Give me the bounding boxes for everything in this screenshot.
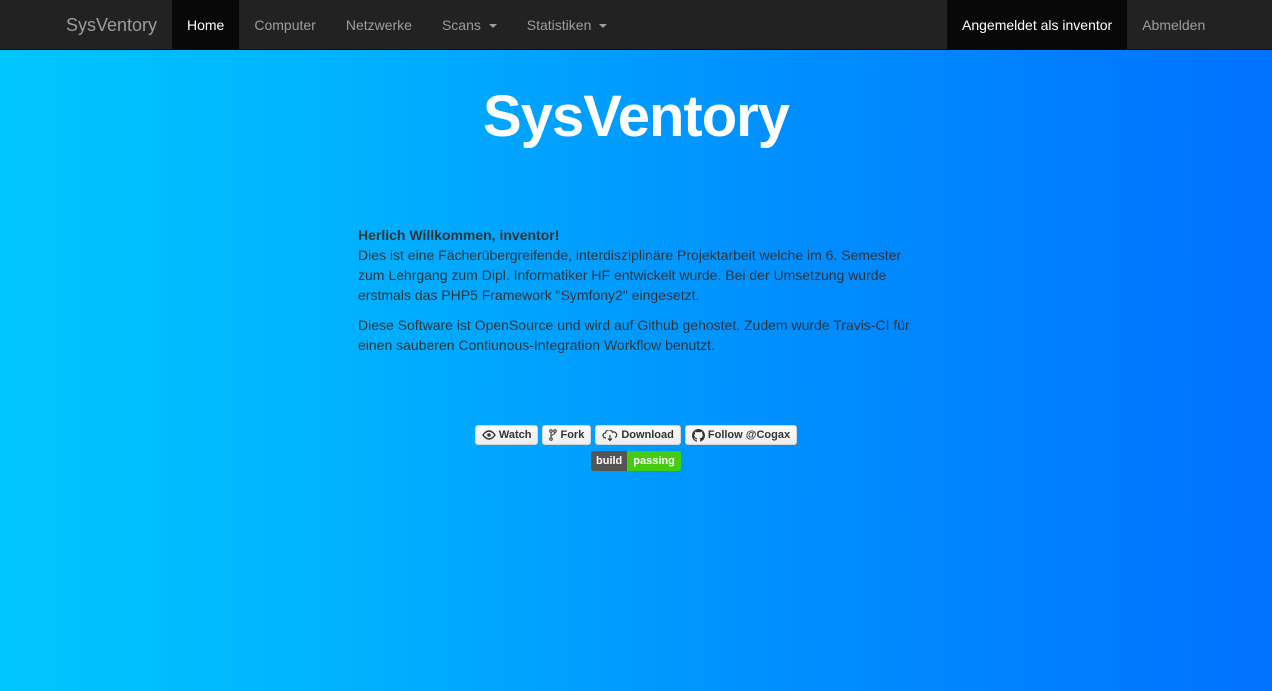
github-octocat-icon (691, 428, 705, 442)
user-label: Angemeldet als inventor (962, 17, 1113, 33)
nav-item-home[interactable]: Home (172, 0, 240, 50)
github-buttons: Watch Fork Download Follow @Cogax (0, 425, 1272, 445)
eye-icon (482, 430, 496, 440)
download-label: Download (621, 429, 674, 441)
fork-icon (549, 429, 558, 441)
greeting: Herlich Willkommen, inventor! (358, 227, 560, 243)
badge-status: passing (627, 451, 681, 471)
main-nav: Home Computer Netzwerke Scans Statistike… (172, 0, 622, 50)
opensource-paragraph: Diese Software ist OpenSource und wird a… (358, 317, 910, 353)
fork-label: Fork (560, 429, 585, 441)
logout-link[interactable]: Abmelden (1127, 0, 1220, 50)
watch-label: Watch (498, 429, 532, 441)
nav-item-computer[interactable]: Computer (239, 0, 330, 50)
nav-item-netzwerke[interactable]: Netzwerke (331, 0, 427, 50)
nav-item-label: Computer (254, 17, 316, 33)
intro-paragraph: Herlich Willkommen, inventor! Dies ist e… (358, 225, 914, 305)
description-text: Dies ist eine Fächerübergreifende, inter… (358, 247, 902, 303)
nav-item-label: Home (187, 17, 225, 33)
nav-item-label: Scans (441, 17, 481, 33)
badge-label: build (591, 451, 628, 471)
user-nav: Angemeldet als inventor Abmelden (947, 0, 1220, 50)
watch-button[interactable]: Watch (474, 425, 539, 445)
logout-label: Abmelden (1142, 17, 1206, 33)
cloud-download-icon (602, 429, 618, 441)
build-status-badge[interactable]: build passing (591, 451, 681, 471)
nav-item-statistiken[interactable]: Statistiken (512, 0, 622, 50)
nav-item-label: Netzwerke (345, 17, 412, 33)
brand-link[interactable]: SysVentory (66, 0, 157, 50)
top-navbar: SysVentory Home Computer Netzwerke Scans… (0, 0, 1272, 50)
caret-down-icon (488, 24, 497, 29)
welcome-text: Herlich Willkommen, inventor! Dies ist e… (358, 225, 914, 365)
download-button[interactable]: Download (595, 425, 681, 445)
caret-down-icon (599, 24, 608, 29)
follow-button[interactable]: Follow @Cogax (684, 425, 798, 445)
nav-item-scans[interactable]: Scans (427, 0, 512, 50)
nav-item-label: Statistiken (526, 17, 592, 33)
logged-in-user[interactable]: Angemeldet als inventor (947, 0, 1128, 50)
follow-label: Follow @Cogax (707, 429, 791, 441)
page-title: SysVentory (483, 84, 790, 149)
fork-button[interactable]: Fork (542, 425, 592, 445)
